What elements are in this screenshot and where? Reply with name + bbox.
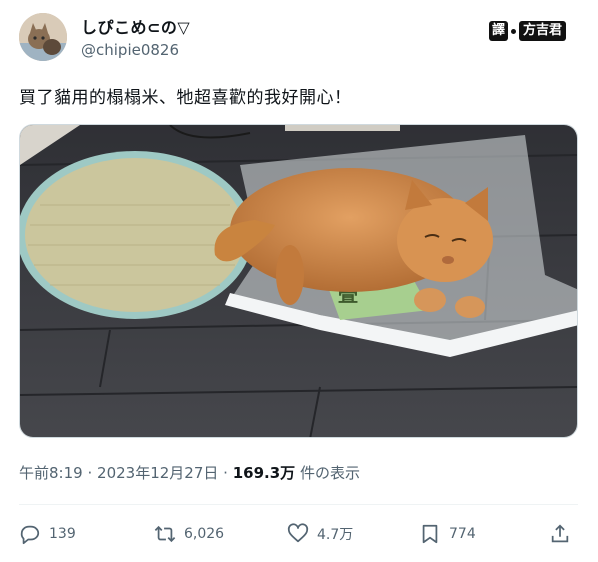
display-name[interactable]: しぴこめ⊂の▽: [81, 14, 190, 38]
tweet-meta: 午前8:19 · 2023年12月27日 · 169.3万 件の表示: [19, 462, 360, 483]
avatar[interactable]: [19, 13, 67, 61]
heart-icon: [287, 523, 309, 543]
translator-watermark: 譯 方吉君: [489, 20, 567, 42]
tweet-date[interactable]: 2023年12月27日: [97, 464, 218, 482]
watermark-part2: 方吉君: [519, 21, 567, 41]
views-label: 件の表示: [299, 464, 360, 482]
meta-separator: ·: [87, 464, 93, 482]
action-bar: 139 6,026 4.7万 774: [19, 519, 578, 549]
like-button[interactable]: 4.7万: [287, 519, 353, 549]
reply-button[interactable]: 139: [19, 519, 76, 549]
reply-icon: [20, 525, 40, 545]
like-count: 4.7万: [317, 527, 354, 543]
retweet-icon: [154, 525, 176, 543]
user-handle[interactable]: @chipie0826: [81, 41, 179, 59]
retweet-count: 6,026: [184, 526, 225, 542]
divider: [19, 504, 578, 505]
retweet-button[interactable]: 6,026: [154, 519, 224, 549]
tweet-time[interactable]: 午前8:19: [19, 464, 83, 482]
tweet-media-photo[interactable]: 畳: [19, 124, 578, 438]
share-button[interactable]: [549, 519, 571, 549]
meta-separator: ·: [223, 464, 228, 482]
watermark-part1: 譯: [489, 21, 509, 41]
share-icon: [551, 524, 569, 543]
avatar-cat-photo: [19, 13, 67, 61]
tweet-text: 買了貓用的榻榻米、牠超喜歡的我好開心！: [19, 88, 352, 108]
bookmark-button[interactable]: 774: [419, 519, 476, 549]
bookmark-icon: [422, 524, 438, 544]
reply-count: 139: [49, 526, 76, 542]
photo-cat-on-plastic-bag: 畳: [20, 125, 577, 437]
views-count[interactable]: 169.3万: [233, 464, 295, 482]
bookmark-count: 774: [449, 526, 476, 542]
watermark-dot: [511, 28, 517, 34]
